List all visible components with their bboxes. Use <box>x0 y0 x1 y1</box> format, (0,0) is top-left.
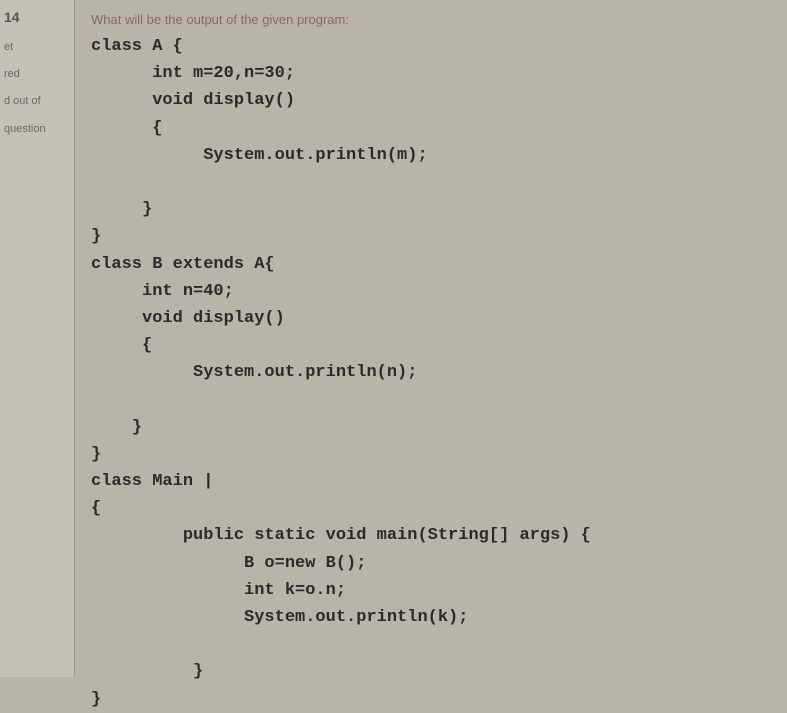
question-prompt: What will be the output of the given pro… <box>91 12 771 27</box>
question-main: What will be the output of the given pro… <box>75 0 787 677</box>
sidebar-status-2: red <box>4 67 70 82</box>
sidebar-status-4: question <box>4 122 70 137</box>
code-block: class A { int m=20,n=30; void display() … <box>91 33 771 713</box>
question-number: 14 <box>4 8 70 28</box>
question-sidebar: 14 et red d out of question <box>0 0 75 677</box>
sidebar-status-3: d out of <box>4 94 70 109</box>
sidebar-status-1: et <box>4 40 70 55</box>
